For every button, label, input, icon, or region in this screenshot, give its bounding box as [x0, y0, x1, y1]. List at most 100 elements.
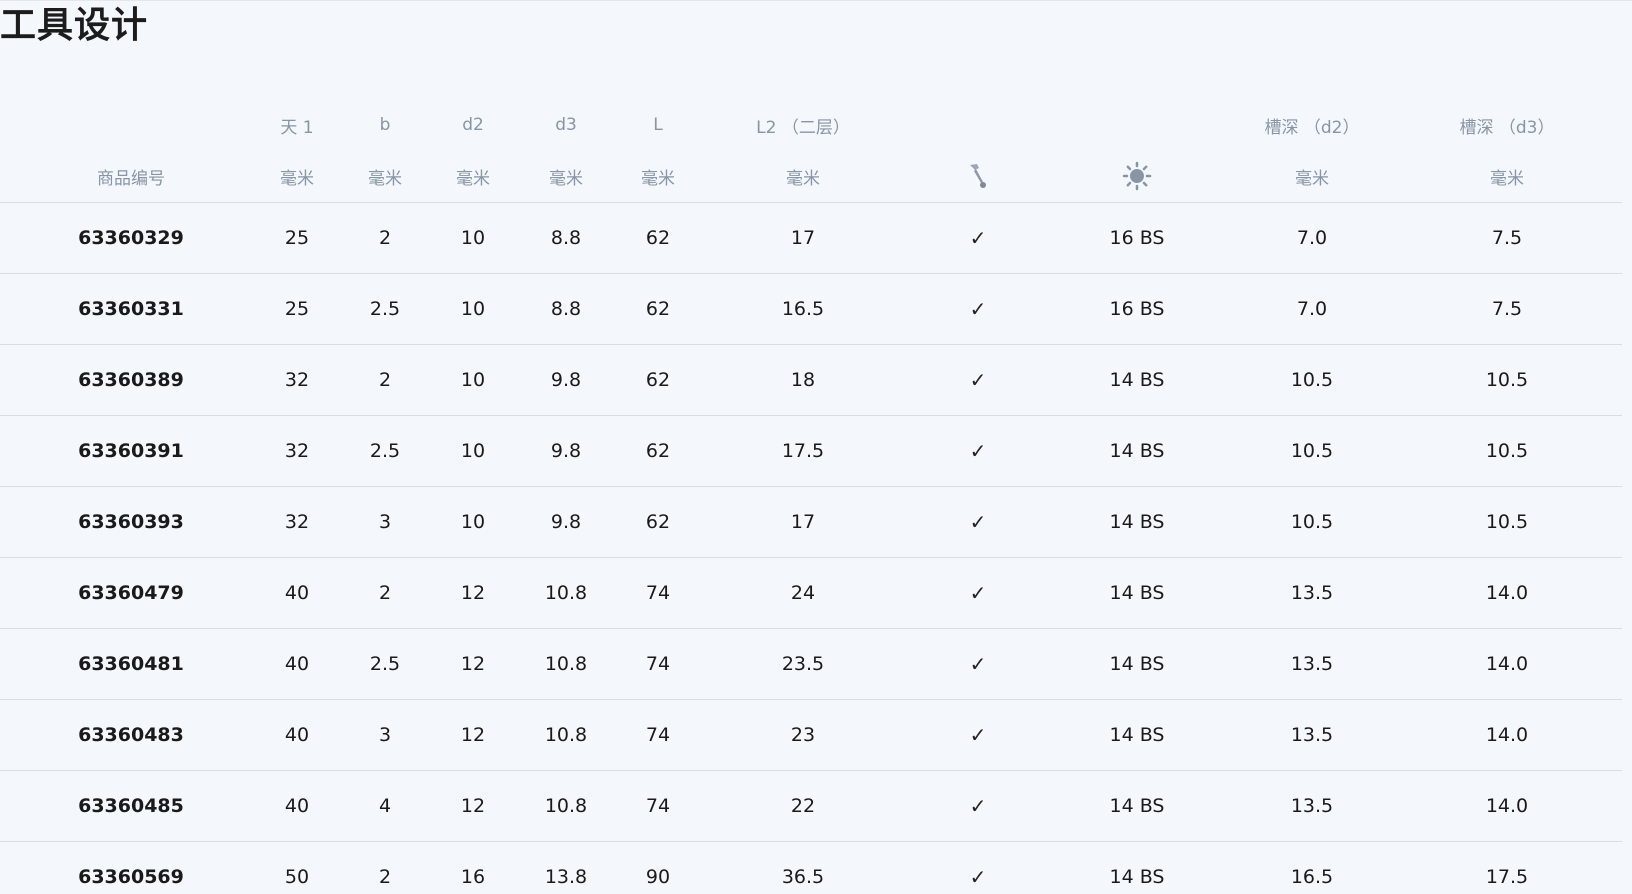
- cell-d3: 10.8: [544, 582, 588, 604]
- cell-l: 74: [645, 582, 671, 604]
- header-label-id: [0, 100, 262, 150]
- header-unit-groove-d3: 毫米: [1490, 168, 1524, 189]
- cell-groove-d2: 13.5: [1290, 582, 1334, 604]
- table-row[interactable]: 63360331 25 2.5 10 8.8 62 16.5 ✓ 16 BS 7…: [0, 274, 1622, 345]
- cell-l2: 17.5: [781, 440, 825, 462]
- product-id: 63360331: [78, 298, 184, 320]
- table-row[interactable]: 63360391 32 2.5 10 9.8 62 17.5 ✓ 14 BS 1…: [0, 416, 1622, 487]
- cell-l2: 18: [790, 369, 816, 391]
- cell-l2: 17: [790, 511, 816, 533]
- cell-b: 2: [378, 582, 392, 604]
- cell-d2: 10: [460, 369, 486, 391]
- header-label-d3: d3: [555, 115, 577, 135]
- check-icon: ✓: [969, 865, 987, 889]
- check-icon: ✓: [969, 439, 987, 463]
- cell-l: 62: [645, 227, 671, 249]
- header-label-groove-d2: 槽深 （d2）: [1264, 117, 1360, 138]
- check-icon: ✓: [969, 723, 987, 747]
- table-row[interactable]: 63360389 32 2 10 9.8 62 18 ✓ 14 BS 10.5 …: [0, 345, 1622, 416]
- product-id: 63360569: [78, 866, 184, 888]
- spec-table-container: 天 1 b d2 d3 L L2 （二层） 槽深 （d2） 槽深 （d3） 商品…: [0, 100, 1622, 894]
- cell-groove-d2: 10.5: [1290, 369, 1334, 391]
- cell-groove-d3: 14.0: [1485, 653, 1529, 675]
- product-id: 63360483: [78, 724, 184, 746]
- cell-l: 90: [645, 866, 671, 888]
- cell-groove-d3: 14.0: [1485, 795, 1529, 817]
- header-unit-groove-d2: 毫米: [1295, 168, 1329, 189]
- cell-groove-d3: 10.5: [1485, 511, 1529, 533]
- product-id: 63360389: [78, 369, 184, 391]
- header-unit-l2: 毫米: [786, 168, 820, 189]
- cell-gear: 14 BS: [1109, 440, 1165, 462]
- check-icon: ✓: [969, 581, 987, 605]
- header-unit-b: 毫米: [368, 168, 402, 189]
- table-body: 63360329 25 2 10 8.8 62 17 ✓ 16 BS 7.0 7…: [0, 203, 1622, 894]
- cell-groove-d3: 7.5: [1491, 298, 1523, 320]
- cell-l: 74: [645, 653, 671, 675]
- cell-tian: 40: [284, 653, 310, 675]
- page-title: 工具设计: [0, 5, 149, 46]
- cell-gear: 14 BS: [1109, 582, 1165, 604]
- table-row[interactable]: 63360393 32 3 10 9.8 62 17 ✓ 14 BS 10.5 …: [0, 487, 1622, 558]
- cell-l: 74: [645, 795, 671, 817]
- header-label-b: b: [379, 115, 391, 135]
- cell-groove-d2: 10.5: [1290, 511, 1334, 533]
- cell-b: 3: [378, 724, 392, 746]
- cell-tian: 25: [284, 227, 310, 249]
- header-unit-l: 毫米: [641, 168, 675, 189]
- table-row[interactable]: 63360569 50 2 16 13.8 90 36.5 ✓ 14 BS 16…: [0, 842, 1622, 894]
- cell-b: 2.5: [369, 653, 401, 675]
- page: 工具设计 天 1 b d2 d3 L L2 （二层） 槽深 （d2） 槽深 （d…: [0, 0, 1632, 894]
- check-icon: ✓: [969, 368, 987, 392]
- header-unit-d3: 毫米: [549, 168, 583, 189]
- cell-groove-d2: 13.5: [1290, 795, 1334, 817]
- header-label-gear: [1042, 100, 1232, 150]
- cell-gear: 14 BS: [1109, 866, 1165, 888]
- cell-b: 2.5: [369, 298, 401, 320]
- cell-gear: 14 BS: [1109, 724, 1165, 746]
- cell-tian: 40: [284, 582, 310, 604]
- cell-groove-d2: 10.5: [1290, 440, 1334, 462]
- table-row[interactable]: 63360481 40 2.5 12 10.8 74 23.5 ✓ 14 BS …: [0, 629, 1622, 700]
- cell-groove-d3: 14.0: [1485, 724, 1529, 746]
- cell-groove-d2: 16.5: [1290, 866, 1334, 888]
- cell-groove-d2: 13.5: [1290, 653, 1334, 675]
- cell-d3: 9.8: [550, 369, 582, 391]
- header-row-labels: 天 1 b d2 d3 L L2 （二层） 槽深 （d2） 槽深 （d3）: [0, 100, 1622, 150]
- cell-b: 2: [378, 369, 392, 391]
- header-unit-tian: 毫米: [280, 168, 314, 189]
- cell-tian: 32: [284, 511, 310, 533]
- cell-gear: 14 BS: [1109, 653, 1165, 675]
- product-id: 63360479: [78, 582, 184, 604]
- header-label-l2: L2 （二层）: [756, 117, 850, 138]
- cell-groove-d2: 13.5: [1290, 724, 1334, 746]
- table-header: 天 1 b d2 d3 L L2 （二层） 槽深 （d2） 槽深 （d3） 商品…: [0, 100, 1622, 203]
- cell-gear: 14 BS: [1109, 511, 1165, 533]
- check-icon: ✓: [969, 510, 987, 534]
- cell-l: 62: [645, 298, 671, 320]
- table-row[interactable]: 63360485 40 4 12 10.8 74 22 ✓ 14 BS 13.5…: [0, 771, 1622, 842]
- cell-l2: 17: [790, 227, 816, 249]
- cell-groove-d3: 14.0: [1485, 582, 1529, 604]
- cell-d3: 10.8: [544, 653, 588, 675]
- cell-d3: 9.8: [550, 511, 582, 533]
- header-unit-d2: 毫米: [456, 168, 490, 189]
- table-row[interactable]: 63360483 40 3 12 10.8 74 23 ✓ 14 BS 13.5…: [0, 700, 1622, 771]
- cell-d3: 9.8: [550, 440, 582, 462]
- cell-d3: 8.8: [550, 227, 582, 249]
- cell-groove-d3: 7.5: [1491, 227, 1523, 249]
- cell-d2: 12: [460, 724, 486, 746]
- cell-tian: 40: [284, 724, 310, 746]
- cell-d3: 10.8: [544, 724, 588, 746]
- check-icon: ✓: [969, 297, 987, 321]
- tool-icon: [970, 164, 986, 188]
- cell-d2: 12: [460, 795, 486, 817]
- table-row[interactable]: 63360329 25 2 10 8.8 62 17 ✓ 16 BS 7.0 7…: [0, 203, 1622, 274]
- table-row[interactable]: 63360479 40 2 12 10.8 74 24 ✓ 14 BS 13.5…: [0, 558, 1622, 629]
- header-tool-cell: [914, 150, 1042, 203]
- header-row-units: 商品编号 毫米 毫米 毫米 毫米 毫米 毫米 毫米 毫米: [0, 150, 1622, 203]
- cell-groove-d2: 7.0: [1296, 298, 1328, 320]
- cell-d2: 10: [460, 227, 486, 249]
- cell-l: 62: [645, 511, 671, 533]
- cell-b: 2: [378, 227, 392, 249]
